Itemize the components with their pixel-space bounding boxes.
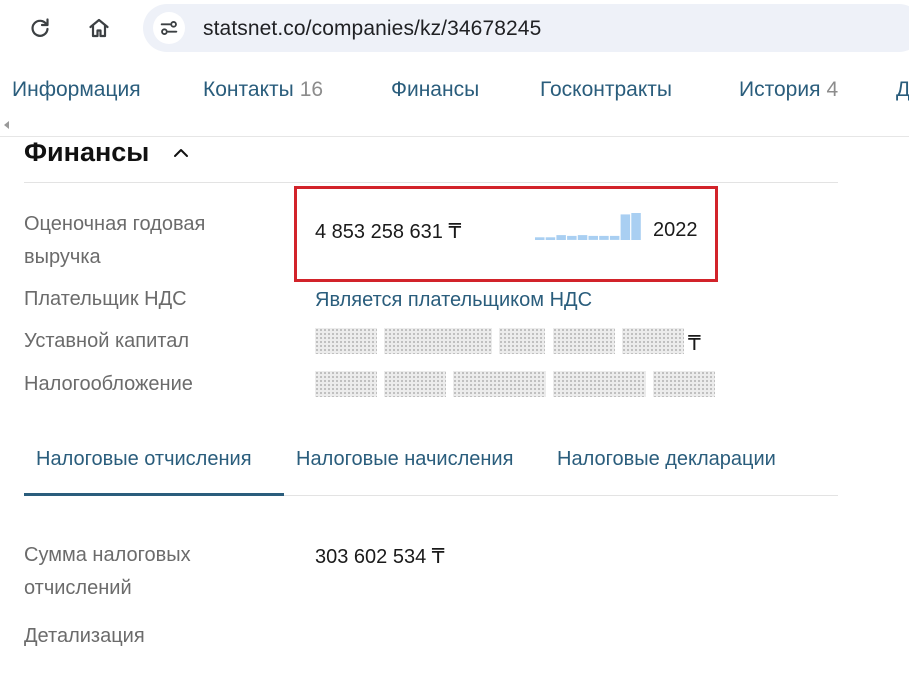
tab-label: Финансы [391,78,480,101]
blurred-value [384,328,492,354]
site-info-button[interactable] [153,12,185,44]
tab-finances[interactable]: Финансы [391,78,479,102]
section-title: Финансы [24,137,150,167]
capital-currency: ₸ [688,333,701,355]
reload-button[interactable] [24,12,56,44]
home-icon [89,18,109,38]
vat-value-link[interactable]: Является плательщиком НДС [315,289,592,312]
tax-sum-label: Сумма налоговых отчислений [24,539,191,605]
blurred-value [499,328,545,354]
blurred-value [315,328,377,354]
scroll-left-icon[interactable] [4,121,9,129]
reload-icon [31,18,49,37]
revenue-label-line2: выручка [24,246,101,268]
tab-info[interactable]: Информация [12,78,141,102]
tax-sum-value: 303 602 534 ₸ [315,546,445,568]
blurred-value [384,371,446,397]
revenue-label: Оценочная годовая выручка [24,208,205,274]
tab-contracts[interactable]: Госконтракты [540,78,672,102]
blurred-value [622,328,684,354]
blurred-value [553,328,615,354]
chevron-up-icon[interactable] [172,146,190,160]
home-button[interactable] [83,12,115,44]
details-label[interactable]: Детализация [24,620,145,653]
subtab-tax-accruals[interactable]: Налоговые начисления [296,448,513,471]
tax-sum-label-line1: Сумма налоговых [24,544,191,566]
tab-label: Информация [12,78,141,101]
section-divider [24,182,838,183]
revenue-label-line1: Оценочная годовая [24,213,206,235]
tab-contacts[interactable]: Контакты 16 [203,78,323,102]
subtab-tax-payments[interactable]: Налоговые отчисления [36,448,252,471]
blurred-value [315,371,377,397]
blurred-value [453,371,546,397]
blurred-value [653,371,715,397]
highlight-box [294,186,718,282]
blurred-value [553,371,646,397]
tax-sum-label-line2: отчислений [24,577,132,599]
tab-count: 16 [299,78,324,101]
capital-label: Уставной капитал [24,330,189,352]
subtab-tax-declarations[interactable]: Налоговые декларации [557,448,776,471]
address-bar[interactable]: statsnet.co/companies/kz/34678245 [143,4,909,52]
company-tabs: Информация Контакты 16 Финансы Госконтрак… [0,64,909,137]
tab-label: Д [896,78,909,101]
active-subtab-indicator [24,493,284,496]
tab-more[interactable]: Д [896,78,909,102]
tab-label: История [739,78,821,101]
tune-icon [160,21,178,35]
taxation-label: Налогообложение [24,373,193,395]
tab-label: Госконтракты [540,78,672,101]
tab-count: 4 [826,78,839,101]
tab-label: Контакты [203,78,294,101]
vat-label: Плательщик НДС [24,288,187,310]
tab-history[interactable]: История 4 [739,78,838,102]
url-text[interactable]: statsnet.co/companies/kz/34678245 [203,17,541,41]
browser-toolbar: statsnet.co/companies/kz/34678245 [0,0,909,56]
